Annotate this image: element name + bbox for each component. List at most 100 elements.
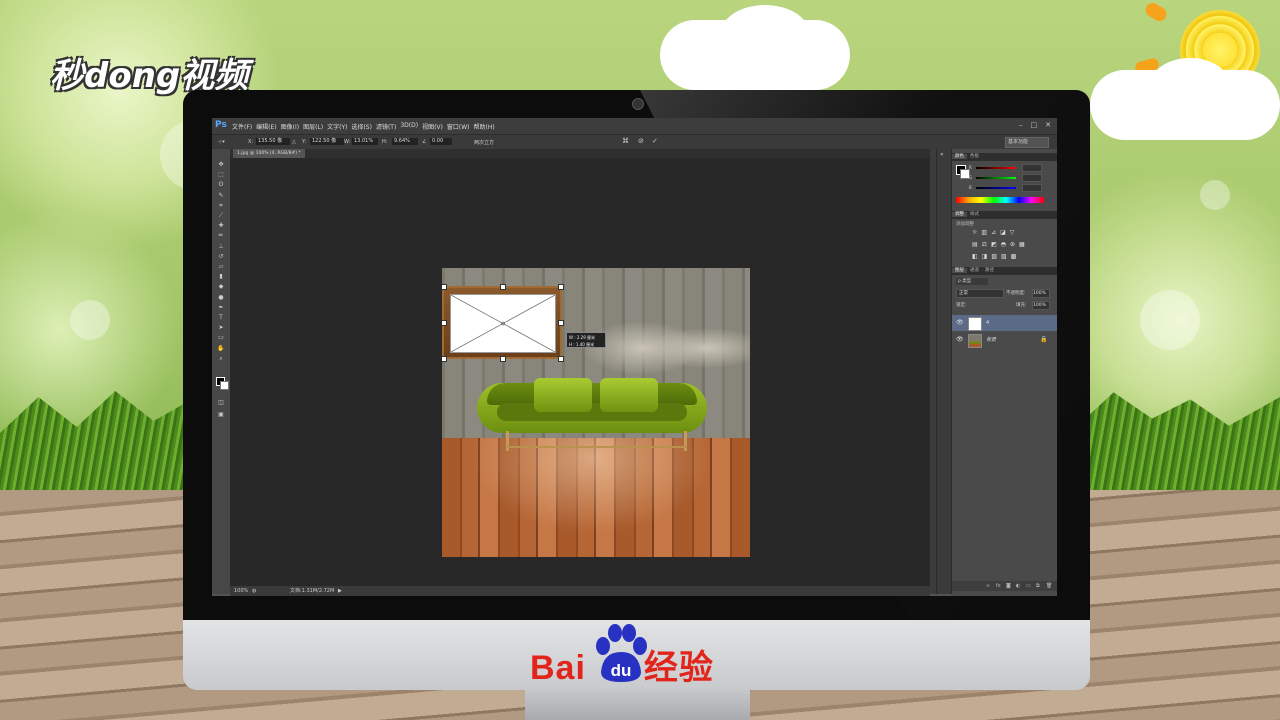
- document-tab[interactable]: 1.jpg @ 100% (4, RGB/8#) *: [233, 149, 305, 158]
- y-field[interactable]: 122.50 像: [310, 138, 344, 145]
- red-value[interactable]: [1022, 164, 1042, 172]
- threshold-icon[interactable]: ▧: [991, 253, 997, 260]
- workspace-switcher[interactable]: 基本功能: [1005, 137, 1049, 148]
- green-value[interactable]: [1022, 174, 1042, 182]
- menu-item[interactable]: 滤镜(T): [376, 122, 396, 131]
- fill-field[interactable]: 100%: [1032, 301, 1050, 310]
- new-layer-icon[interactable]: ⧉: [1036, 581, 1040, 591]
- warp-icon[interactable]: ⌘: [622, 137, 629, 145]
- layer-row[interactable]: 👁 背景 🔒: [952, 332, 1057, 348]
- channel-mixer-icon[interactable]: ▦: [1019, 241, 1025, 248]
- lasso-tool-icon[interactable]: ʘ: [217, 181, 225, 188]
- marquee-tool-icon[interactable]: ⬚: [217, 171, 225, 178]
- h-field[interactable]: 9.64%: [392, 138, 418, 145]
- blend-mode-select[interactable]: 正常: [956, 289, 1004, 298]
- mask-icon[interactable]: ◙: [1006, 581, 1011, 591]
- path-select-icon[interactable]: ➤: [217, 324, 225, 331]
- menu-item[interactable]: 窗口(W): [447, 122, 470, 131]
- angle-field[interactable]: 0.00: [430, 138, 452, 145]
- brush-tool-icon[interactable]: ✏: [217, 232, 225, 239]
- interpolation-label[interactable]: 两次立方: [474, 139, 494, 146]
- group-icon[interactable]: ▭: [1026, 581, 1031, 591]
- transform-handle[interactable]: [442, 284, 447, 290]
- healing-brush-icon[interactable]: ✚: [217, 222, 225, 229]
- menu-item[interactable]: 选择(S): [351, 122, 372, 131]
- blur-tool-icon[interactable]: ◆: [217, 283, 225, 290]
- posterize-icon[interactable]: ◨: [982, 253, 988, 260]
- menu-item[interactable]: 图像(I): [281, 122, 299, 131]
- bw-icon[interactable]: ◓: [1001, 241, 1006, 248]
- tool-preset-icon[interactable]: ⊹▾: [218, 139, 225, 145]
- layer-filter-kind[interactable]: ρ 类型: [956, 278, 988, 285]
- tab-styles[interactable]: 样式: [967, 212, 982, 217]
- gradient-tool-icon[interactable]: ▮: [217, 273, 225, 280]
- hand-tool-icon[interactable]: ✋: [217, 345, 225, 352]
- quick-select-icon[interactable]: ✎: [217, 192, 225, 199]
- zoom-tool-icon[interactable]: ⌕: [217, 355, 225, 362]
- vibrance-icon[interactable]: ▤: [972, 241, 978, 248]
- menu-item[interactable]: 文件(F): [232, 122, 252, 131]
- document-image[interactable]: W : 2.29 厘米 H : 1.40 厘米: [442, 268, 750, 557]
- pen-tool-icon[interactable]: ✒: [217, 304, 225, 311]
- type-tool-icon[interactable]: T: [217, 314, 225, 321]
- w-field[interactable]: 13.01%: [352, 138, 378, 145]
- layer-row-selected[interactable]: 👁 4: [952, 315, 1057, 331]
- maximize-button[interactable]: □: [1031, 121, 1038, 129]
- selective-color-icon[interactable]: ▨: [1001, 253, 1007, 260]
- green-slider[interactable]: [976, 177, 1016, 179]
- quick-mask-icon[interactable]: ◫: [217, 399, 225, 406]
- menu-item[interactable]: 3D(D): [400, 122, 418, 131]
- history-brush-icon[interactable]: ↺: [217, 253, 225, 260]
- trash-icon[interactable]: 🗑: [1046, 581, 1052, 591]
- tab-paths[interactable]: 路径: [982, 268, 997, 273]
- opacity-field[interactable]: 100%: [1032, 289, 1050, 298]
- blue-slider[interactable]: [976, 187, 1016, 189]
- color-balance-icon[interactable]: ◩: [991, 241, 997, 248]
- fx-icon[interactable]: fx: [996, 581, 1001, 591]
- curves-icon[interactable]: ⊿: [991, 229, 996, 236]
- layer-name[interactable]: 4: [986, 315, 989, 331]
- dodge-tool-icon[interactable]: ●: [217, 294, 225, 301]
- picture-frame[interactable]: [442, 286, 562, 359]
- background-color-icon[interactable]: [220, 381, 229, 390]
- transform-handle[interactable]: [558, 320, 564, 326]
- menu-item[interactable]: 帮助(H): [474, 122, 495, 131]
- tab-adjustments[interactable]: 调整: [952, 212, 967, 217]
- adjustment-layer-icon[interactable]: ◐: [1016, 581, 1020, 591]
- link-icon[interactable]: △: [292, 139, 296, 145]
- canvas-area[interactable]: W : 2.29 厘米 H : 1.40 厘米: [230, 158, 930, 586]
- move-tool-icon[interactable]: ✥: [217, 161, 225, 168]
- transform-handle[interactable]: [558, 356, 564, 362]
- crop-tool-icon[interactable]: ⌗: [217, 202, 225, 209]
- gradient-icon[interactable]: ▩: [1011, 253, 1017, 260]
- status-menu-arrow-icon[interactable]: ▶: [338, 586, 342, 596]
- link-layers-icon[interactable]: ∞: [986, 581, 990, 591]
- transform-handle[interactable]: [500, 284, 506, 290]
- menu-item[interactable]: 视图(V): [422, 122, 443, 131]
- eye-icon[interactable]: 👁: [956, 315, 964, 331]
- cancel-transform-icon[interactable]: ⊘: [638, 137, 644, 145]
- gradient-map-icon[interactable]: ▽: [1010, 229, 1015, 236]
- close-button[interactable]: ✕: [1045, 121, 1051, 129]
- photo-filter-icon[interactable]: ⊛: [1010, 241, 1015, 248]
- tab-channels[interactable]: 通道: [967, 268, 982, 273]
- exposure-icon[interactable]: ◪: [1000, 229, 1006, 236]
- tab-layers[interactable]: 图层: [952, 268, 967, 273]
- menu-item[interactable]: 文字(Y): [327, 122, 347, 131]
- commit-transform-icon[interactable]: ✓: [652, 137, 658, 145]
- shape-tool-icon[interactable]: ▭: [217, 334, 225, 341]
- menu-item[interactable]: 图层(L): [303, 122, 323, 131]
- zoom-level[interactable]: 100%: [234, 586, 248, 596]
- brightness-icon[interactable]: ☼: [972, 229, 977, 236]
- x-field[interactable]: 135.50 像: [256, 138, 290, 145]
- screen-mode-icon[interactable]: ▣: [217, 411, 225, 418]
- collapse-panels-icon[interactable]: «: [940, 151, 944, 158]
- levels-icon[interactable]: ▥: [981, 229, 987, 236]
- red-slider[interactable]: [976, 167, 1016, 169]
- eye-icon[interactable]: 👁: [956, 332, 964, 348]
- tab-color[interactable]: 颜色: [952, 154, 967, 159]
- transform-handle[interactable]: [442, 320, 447, 326]
- tab-swatches[interactable]: 色板: [967, 154, 982, 159]
- layer-name[interactable]: 背景: [986, 332, 996, 348]
- transform-handle[interactable]: [500, 356, 506, 362]
